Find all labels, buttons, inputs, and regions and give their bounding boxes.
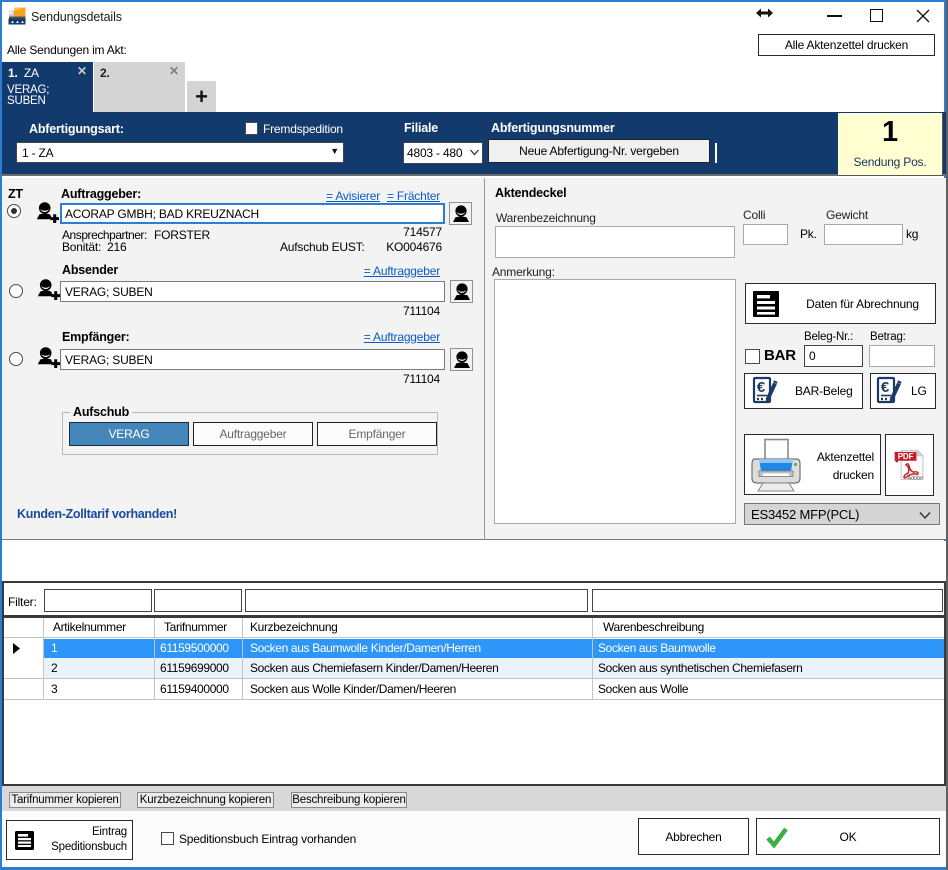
svg-text:€: €	[881, 379, 890, 396]
svg-text:PDF: PDF	[897, 452, 913, 461]
svg-text:€: €	[757, 379, 766, 396]
svg-text:Adobe: Adobe	[907, 475, 923, 481]
